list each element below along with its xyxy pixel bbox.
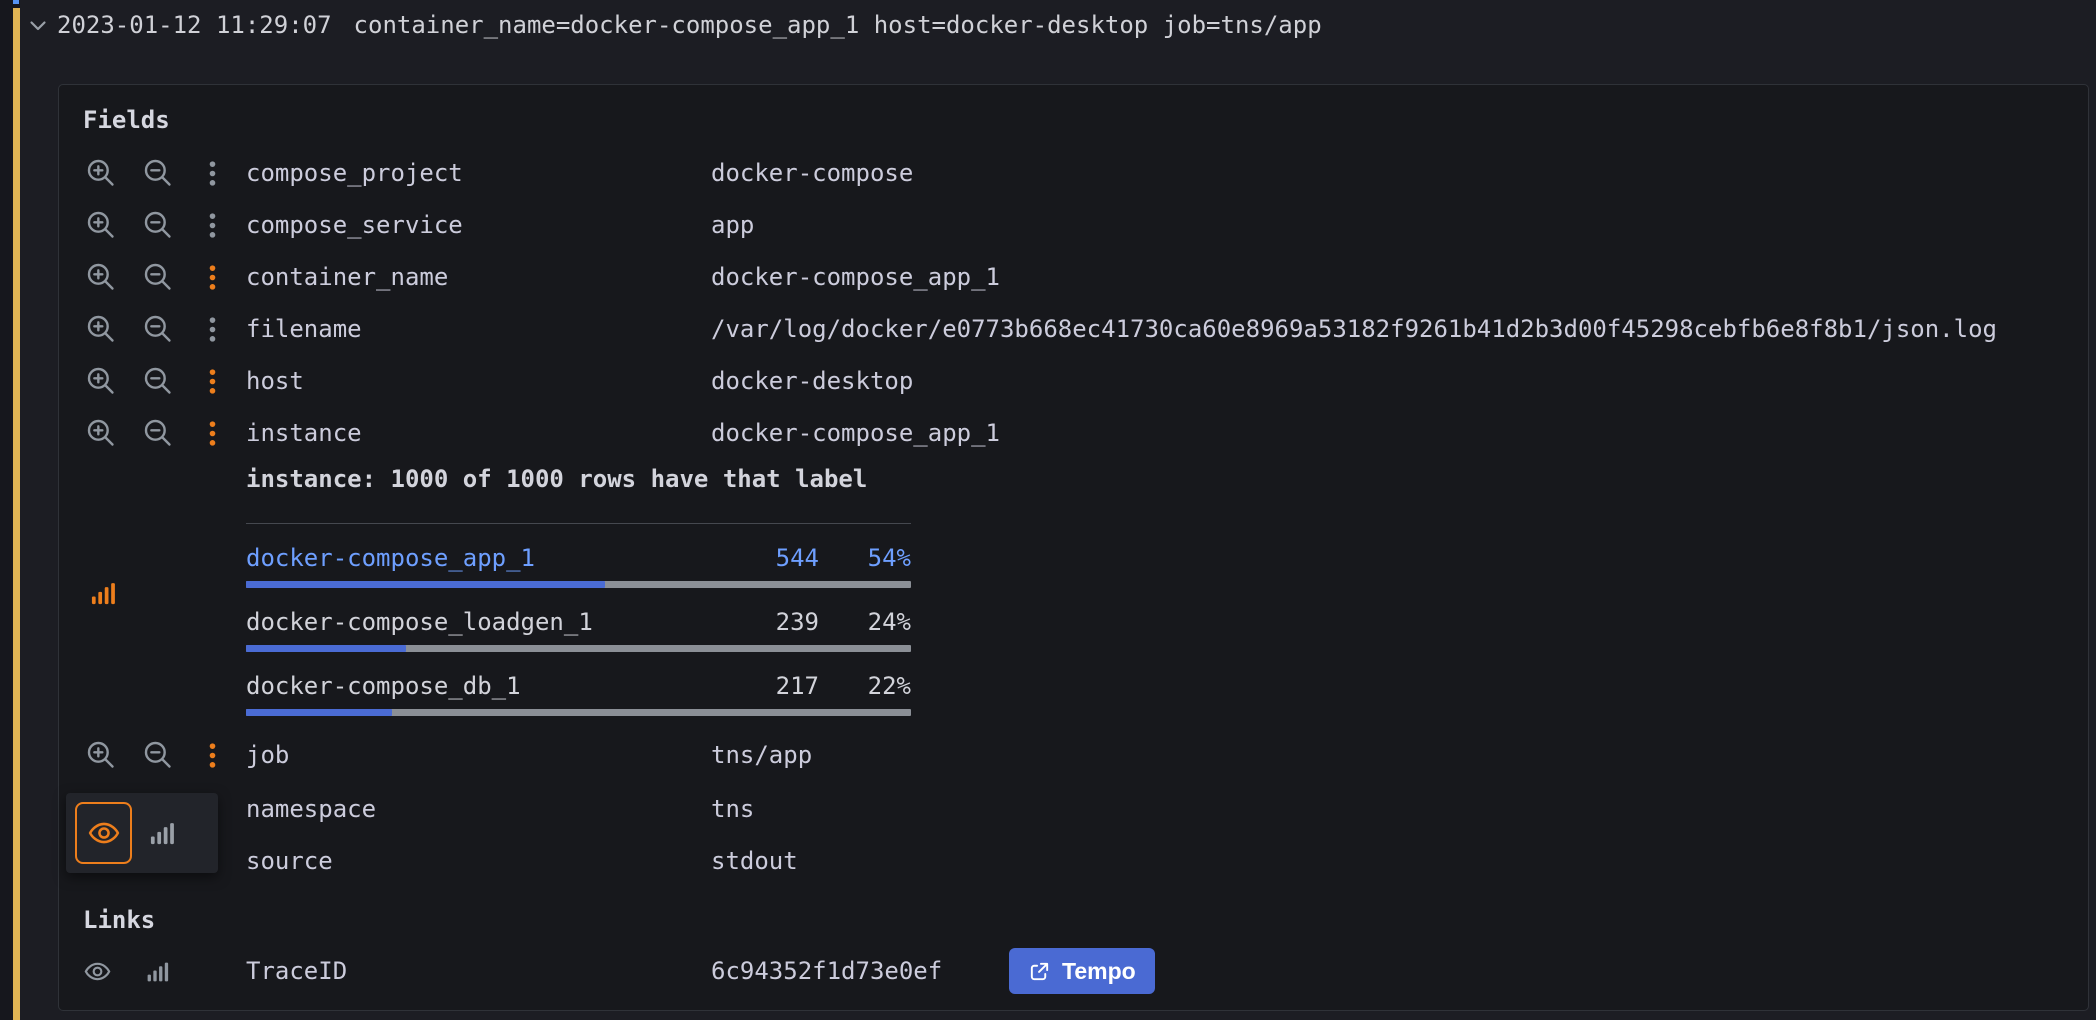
divider bbox=[246, 523, 911, 524]
field-value: /var/log/docker/e0773b668ec41730ca60e896… bbox=[711, 315, 2064, 343]
field-name: namespace bbox=[246, 795, 711, 823]
link-name: TraceID bbox=[246, 957, 711, 985]
field-row-instance: instance docker-compose_app_1 bbox=[83, 407, 2064, 459]
stat-row: docker-compose_app_1 544 54% bbox=[246, 545, 911, 588]
stat-label: docker-compose_app_1 bbox=[246, 545, 729, 571]
label-stats-title: instance: 1000 of 1000 rows have that la… bbox=[246, 465, 911, 493]
filter-out-value-icon[interactable] bbox=[140, 207, 176, 243]
stat-percent: 24% bbox=[819, 609, 911, 635]
log-details-panel: Fields compose_project docker-compose co… bbox=[58, 84, 2089, 1011]
field-value: tns/app bbox=[711, 741, 2064, 769]
field-name: compose_project bbox=[246, 159, 711, 187]
field-row-host: host docker-desktop bbox=[83, 355, 2064, 407]
filter-out-value-icon[interactable] bbox=[140, 415, 176, 451]
kebab-menu-icon-active[interactable] bbox=[202, 259, 222, 295]
stat-count: 239 bbox=[729, 609, 819, 635]
field-value: app bbox=[711, 211, 2064, 239]
chevron-down-icon[interactable] bbox=[26, 13, 50, 37]
field-value: tns bbox=[711, 795, 2064, 823]
filter-for-value-icon[interactable] bbox=[83, 259, 119, 295]
stat-percent: 22% bbox=[819, 673, 911, 699]
kebab-menu-icon-active[interactable] bbox=[202, 363, 222, 399]
field-row-source: source stdout bbox=[83, 835, 2064, 887]
bar-chart-icon[interactable] bbox=[145, 959, 170, 984]
filter-for-value-icon[interactable] bbox=[83, 311, 119, 347]
kebab-menu-icon-active[interactable] bbox=[202, 737, 222, 773]
filter-out-value-icon[interactable] bbox=[140, 259, 176, 295]
eye-icon[interactable] bbox=[84, 958, 111, 985]
field-name: filename bbox=[246, 315, 711, 343]
field-name: host bbox=[246, 367, 711, 395]
filter-for-value-icon[interactable] bbox=[83, 207, 119, 243]
field-value: docker-compose_app_1 bbox=[711, 419, 2064, 447]
field-row-container-name: container_name docker-compose_app_1 bbox=[83, 251, 2064, 303]
stat-bar-fill bbox=[246, 581, 605, 588]
field-row-filename: filename /var/log/docker/e0773b668ec4173… bbox=[83, 303, 2064, 355]
previous-row-level-indicator bbox=[13, 0, 19, 4]
field-name: job bbox=[246, 741, 711, 769]
field-value: docker-desktop bbox=[711, 367, 2064, 395]
stat-label: docker-compose_loadgen_1 bbox=[246, 609, 729, 635]
tempo-button-label: Tempo bbox=[1062, 958, 1136, 985]
field-name: instance bbox=[246, 419, 711, 447]
stat-percent: 54% bbox=[819, 545, 911, 571]
stat-bar-track bbox=[246, 709, 911, 716]
link-value: 6c94352f1d73e0ef bbox=[711, 957, 1009, 985]
filter-out-value-icon[interactable] bbox=[140, 155, 176, 191]
filter-out-value-icon[interactable] bbox=[140, 737, 176, 773]
show-stats-button[interactable] bbox=[148, 819, 176, 847]
field-name: container_name bbox=[246, 263, 711, 291]
filter-for-value-icon[interactable] bbox=[83, 155, 119, 191]
kebab-menu-icon[interactable] bbox=[202, 207, 222, 243]
filter-for-value-icon[interactable] bbox=[83, 363, 119, 399]
field-row-job: job tns/app bbox=[83, 729, 2064, 781]
filter-out-value-icon[interactable] bbox=[140, 363, 176, 399]
link-row-traceid: TraceID 6c94352f1d73e0ef Tempo bbox=[83, 943, 2064, 999]
external-link-icon bbox=[1028, 960, 1051, 983]
tempo-link-button[interactable]: Tempo bbox=[1009, 948, 1155, 994]
bar-chart-icon-active[interactable] bbox=[89, 579, 117, 607]
field-row-compose-project: compose_project docker-compose bbox=[83, 147, 2064, 199]
stat-bar-track bbox=[246, 581, 911, 588]
kebab-menu-icon[interactable] bbox=[202, 155, 222, 191]
log-labels: container_name=docker-compose_app_1 host… bbox=[354, 11, 1322, 39]
show-log-line-button-active[interactable] bbox=[75, 802, 132, 864]
field-value: stdout bbox=[711, 847, 2064, 875]
field-name: source bbox=[246, 847, 711, 875]
field-name: compose_service bbox=[246, 211, 711, 239]
eye-icon bbox=[88, 817, 120, 849]
stat-bar-track bbox=[246, 645, 911, 652]
label-hover-action-menu bbox=[66, 793, 218, 873]
stat-bar-fill bbox=[246, 709, 392, 716]
stat-row: docker-compose_db_1 217 22% bbox=[246, 673, 911, 716]
kebab-menu-icon[interactable] bbox=[202, 311, 222, 347]
filter-for-value-icon[interactable] bbox=[83, 415, 119, 451]
stat-label: docker-compose_db_1 bbox=[246, 673, 729, 699]
log-timestamp: 2023-01-12 11:29:07 bbox=[57, 11, 332, 39]
field-row-compose-service: compose_service app bbox=[83, 199, 2064, 251]
field-value: docker-compose_app_1 bbox=[711, 263, 2064, 291]
filter-for-value-icon[interactable] bbox=[83, 737, 119, 773]
field-row-namespace: namespace tns bbox=[83, 783, 2064, 835]
stat-row: docker-compose_loadgen_1 239 24% bbox=[246, 609, 911, 652]
stat-bar-fill bbox=[246, 645, 406, 652]
log-line[interactable]: 2023-01-12 11:29:07 container_name=docke… bbox=[26, 7, 1322, 43]
stat-count: 217 bbox=[729, 673, 819, 699]
stat-count: 544 bbox=[729, 545, 819, 571]
log-level-stripe bbox=[13, 8, 20, 1020]
filter-out-value-icon[interactable] bbox=[140, 311, 176, 347]
kebab-menu-icon-active[interactable] bbox=[202, 415, 222, 451]
fields-section-title: Fields bbox=[83, 105, 170, 135]
label-stats-panel: instance: 1000 of 1000 rows have that la… bbox=[246, 465, 911, 716]
field-value: docker-compose bbox=[711, 159, 2064, 187]
links-section-title: Links bbox=[83, 905, 155, 935]
